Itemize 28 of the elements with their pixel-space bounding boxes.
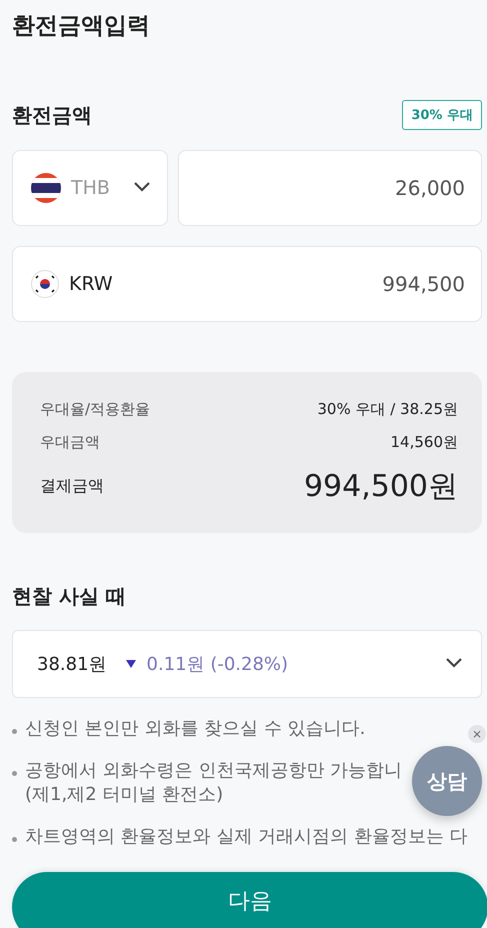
bullet-icon	[12, 771, 17, 776]
summary-label: 결제금액	[40, 476, 104, 497]
chevron-down-icon	[445, 658, 463, 668]
summary-value: 994,500원	[304, 468, 458, 506]
bullet-icon	[12, 729, 17, 734]
next-button[interactable]: 다음	[12, 872, 487, 928]
thailand-flag-icon	[31, 173, 61, 203]
summary-value: 30% 우대 / 38.25원	[317, 400, 458, 419]
notice-text: 신청인 본인만 외화를 찾으실 수 있습니다.	[25, 717, 366, 741]
converted-amount-field: KRW 994,500	[12, 246, 482, 322]
chevron-down-icon	[133, 182, 151, 192]
discount-badge: 30% 우대	[402, 100, 482, 130]
summary-value: 14,560원	[390, 433, 458, 452]
chat-button[interactable]: 상담	[412, 746, 482, 816]
summary-label: 우대금액	[40, 433, 100, 452]
summary-label: 우대율/적용환율	[40, 400, 150, 419]
currency-select[interactable]: THB	[12, 150, 168, 226]
section-title: 환전금액	[12, 102, 92, 128]
notice-text: 공항에서 외화수령은 인천국제공항만 가능합니	[25, 759, 402, 783]
cash-rate-dropdown[interactable]: 38.81원 0.11원 (-0.28%)	[12, 630, 482, 698]
notice-text: 차트영역의 환율정보와 실제 거래시점의 환율정보는 다	[25, 825, 468, 849]
notice-text: (제1,제2 터미널 환전소)	[25, 783, 224, 807]
section-title: 현찰 사실 때	[12, 583, 127, 610]
korea-flag-icon	[31, 270, 59, 298]
close-button[interactable]: ×	[468, 725, 486, 743]
bullet-icon	[12, 837, 17, 842]
page-title: 환전금액입력	[12, 12, 151, 41]
amount-input-field[interactable]: 26,000	[178, 150, 482, 226]
